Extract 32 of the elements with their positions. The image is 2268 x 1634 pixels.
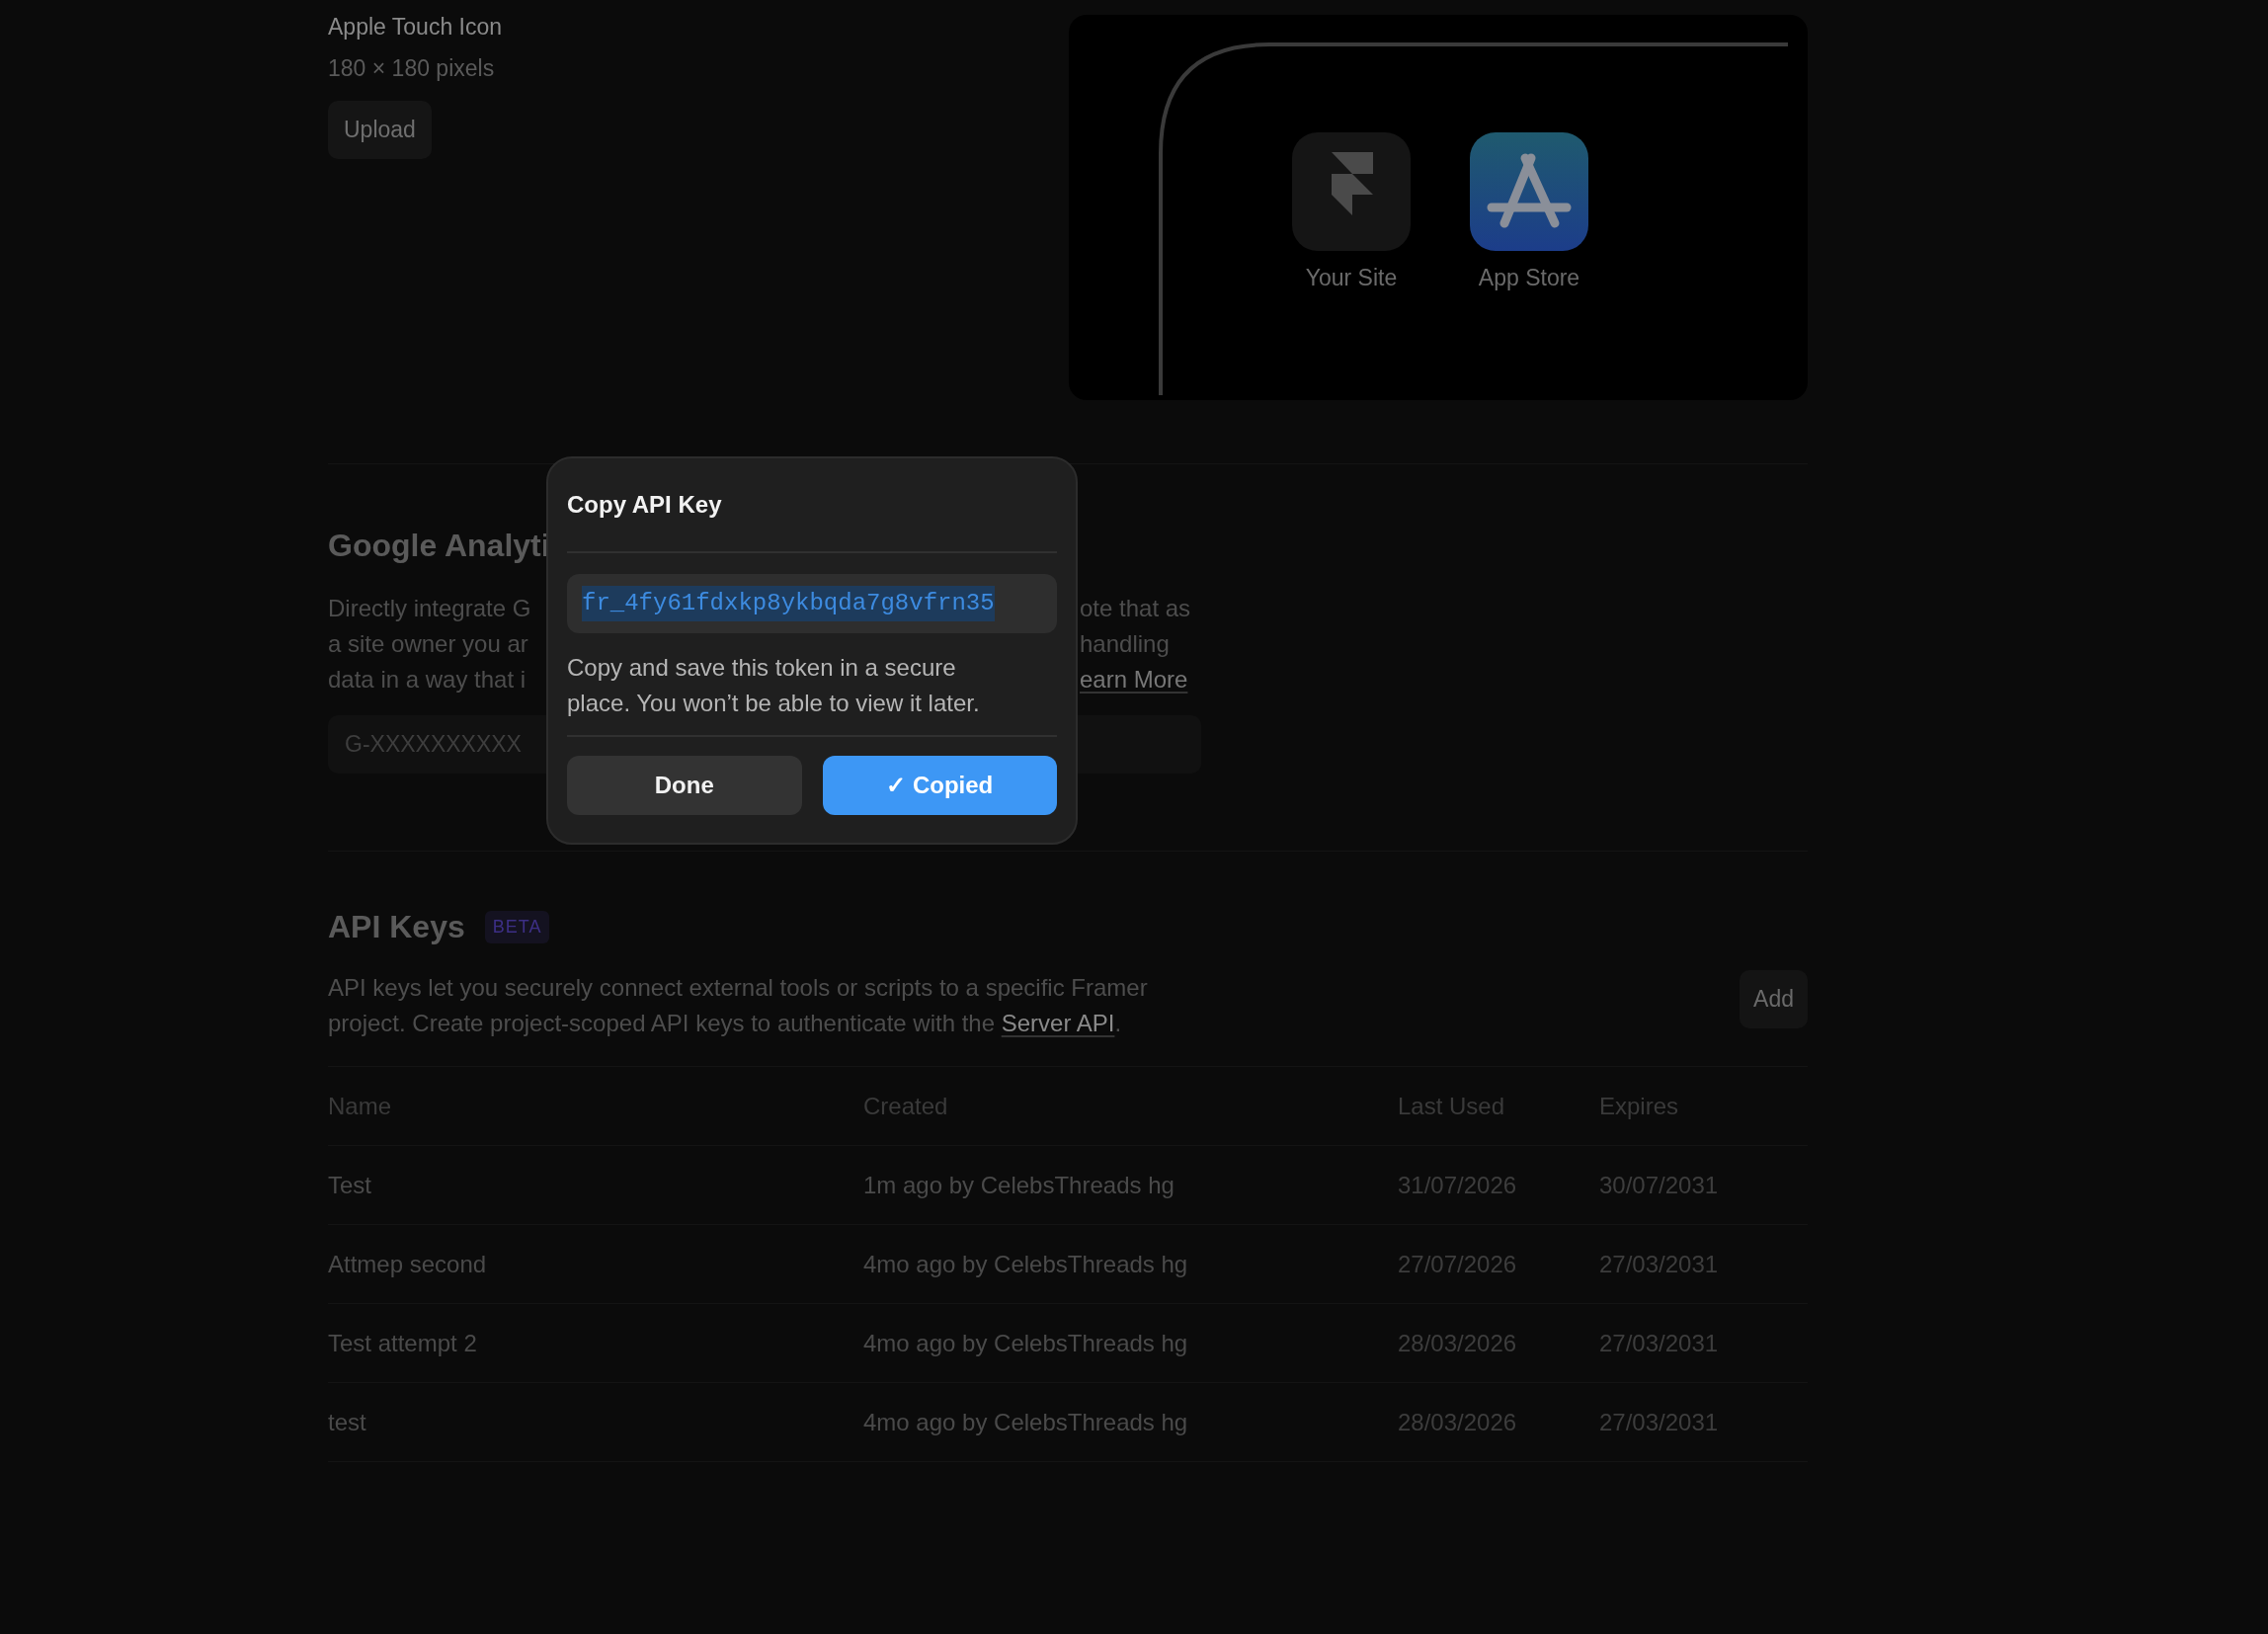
learn-more-link[interactable]: earn More	[1080, 662, 1808, 697]
server-api-link[interactable]: Server API	[1001, 1010, 1115, 1036]
description-text: ote that as	[1080, 594, 1192, 623]
section-title: API Keys	[328, 908, 465, 946]
done-button[interactable]: Done	[567, 756, 802, 815]
dialog-title: Copy API Key	[567, 490, 1057, 553]
description-text: data in a way that i	[328, 665, 527, 694]
table-cell-text: 1m ago by CelebsThreads hg	[863, 1170, 1175, 1200]
app-label: App Store	[1478, 264, 1580, 292]
app-icon	[1470, 132, 1588, 251]
dialog-message: Copy and save this token in a secure place. You won’t be able to view it later.	[567, 650, 1057, 737]
table-cell-text: 4mo ago by CelebsThreads hg	[863, 1407, 1189, 1437]
section-title: Google Analyti	[328, 527, 551, 565]
table-cell-text: 4mo ago by CelebsThreads hg	[863, 1328, 1189, 1358]
table-cell-text: Test attempt 2	[328, 1328, 478, 1358]
description-text: a site owner you ar	[328, 629, 529, 659]
description-text: handling	[1080, 629, 1171, 659]
api-key-field[interactable]: fr_4fy61fdxkp8ykbqda7g8vfrn35	[567, 574, 1057, 633]
field-label: Apple Touch Icon	[328, 13, 503, 41]
upload-button[interactable]: Upload	[328, 101, 432, 159]
table-cell-text: 4mo ago by CelebsThreads hg	[863, 1249, 1189, 1279]
add-button[interactable]: Add	[1740, 970, 1808, 1028]
description-text: Directly integrate G	[328, 594, 532, 623]
table-cell-text: Attmep second	[328, 1249, 488, 1279]
description-text: API keys let you securely connect external tools or scripts to a specific Framer project. Create project-scoped API keys to authenticate with the Server API.	[328, 973, 1149, 1038]
table-cell-text: Test	[328, 1170, 372, 1200]
beta-badge: BETA	[484, 910, 550, 943]
size-hint: 180 × 180 pixels	[328, 54, 496, 83]
table-cell-text: test	[328, 1407, 367, 1437]
app-label: Your Site	[1305, 264, 1398, 292]
copied-button[interactable]: ✓ Copied	[822, 756, 1057, 815]
app-icon	[1292, 132, 1411, 251]
